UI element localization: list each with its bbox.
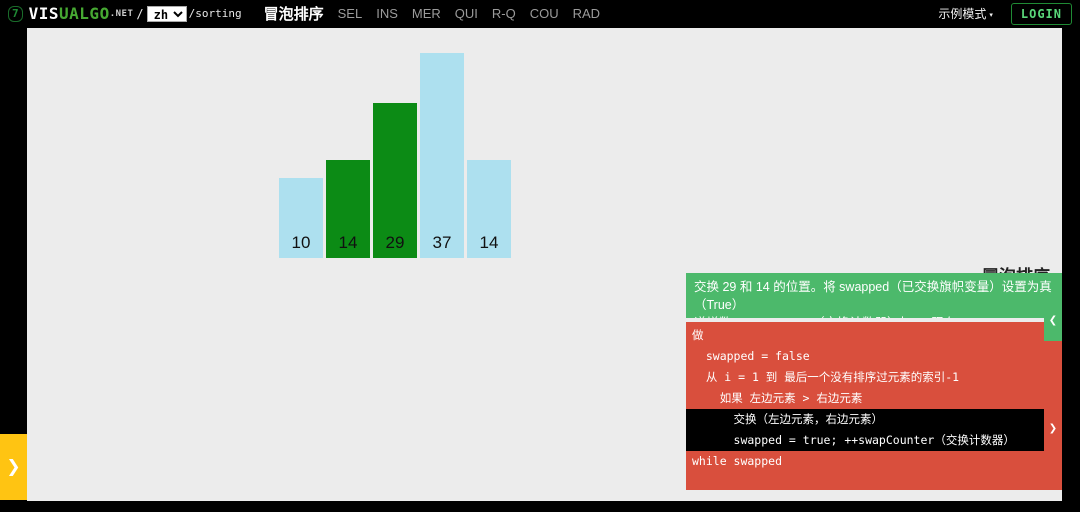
- logo-tld: .NET: [109, 8, 134, 19]
- bar-value: 10: [291, 233, 311, 252]
- bar-item[interactable]: 14: [467, 160, 511, 258]
- logo-wordmark: VISUALGO: [29, 4, 110, 23]
- logo-slash: /: [136, 6, 144, 21]
- bar-value: 37: [432, 233, 452, 252]
- logo-badge-icon: 7: [8, 5, 23, 22]
- chevron-left-icon: ❮: [1048, 314, 1058, 326]
- nav-item-bubble-sort[interactable]: 冒泡排序: [264, 3, 324, 24]
- top-navbar: 7 VISUALGO .NET / zh /sorting 冒泡排序 SEL I…: [0, 0, 1080, 27]
- code-line-highlighted[interactable]: swapped = true; ++swapCounter（交换计数器）: [686, 430, 1062, 451]
- nav-item-ins[interactable]: INS: [376, 6, 398, 21]
- bar-item[interactable]: 29: [373, 103, 417, 258]
- status-line-1-text: 交换 29 和 14 的位置。将 swapped（已交换旗帜变量）设置为真: [694, 280, 1052, 294]
- navbar-right-group: 示例模式 ▾ LOGIN: [938, 0, 1072, 27]
- bar-item[interactable]: 10: [279, 178, 323, 258]
- bar-value: 14: [479, 233, 499, 252]
- path-label: /sorting: [188, 7, 242, 20]
- chevron-right-icon: ❯: [6, 457, 21, 476]
- status-line-2: （True）: [694, 298, 745, 312]
- visualization-canvas[interactable]: 10 14 29 37 14 冒泡排序 交换 29 和 14 的位置。将 swa…: [27, 28, 1062, 501]
- bar-item[interactable]: 37: [420, 53, 464, 258]
- nav-item-mer[interactable]: MER: [412, 6, 441, 21]
- bar-chart: 10 14 29 37 14: [279, 28, 511, 258]
- chevron-down-icon: ▾: [989, 12, 993, 19]
- logo-text-part1: VIS: [28, 4, 60, 23]
- nav-item-qui[interactable]: QUI: [455, 6, 478, 21]
- app-root: 7 VISUALGO .NET / zh /sorting 冒泡排序 SEL I…: [0, 0, 1080, 512]
- code-line[interactable]: 做: [686, 325, 1062, 346]
- pseudocode-panel: 做 swapped = false 从 i = 1 到 最后一个没有排序过元素的…: [686, 322, 1062, 490]
- status-line-3: 递增数: swapCounter（交换计数器）加1，现在 swapCounter…: [694, 314, 1054, 318]
- code-line-highlighted[interactable]: 交换（左边元素，右边元素）: [686, 409, 1062, 430]
- code-line[interactable]: 从 i = 1 到 最后一个没有排序过元素的索引-1: [686, 367, 1062, 388]
- nav-item-rq[interactable]: R-Q: [492, 6, 516, 21]
- language-select[interactable]: zh: [146, 5, 187, 22]
- toggle-status-panel-button[interactable]: ❮: [1044, 299, 1062, 341]
- bar-value: 29: [385, 233, 405, 252]
- logo-text-part2: UALGO: [59, 4, 110, 23]
- toggle-control-panel-button[interactable]: ❯: [0, 434, 27, 500]
- status-message-box: 交换 29 和 14 的位置。将 swapped（已交换旗帜变量）设置为真 （T…: [686, 273, 1062, 318]
- nav-item-cou[interactable]: COU: [530, 6, 559, 21]
- bar-item[interactable]: 14: [326, 160, 370, 258]
- toggle-code-panel-button[interactable]: ❯: [1044, 405, 1062, 452]
- mode-dropdown-label: 示例模式: [938, 7, 987, 21]
- code-line[interactable]: swapped = false: [686, 346, 1062, 367]
- login-button[interactable]: LOGIN: [1010, 2, 1072, 25]
- brand-logo[interactable]: 7 VISUALGO .NET / zh /sorting: [8, 4, 242, 23]
- code-line[interactable]: while swapped: [686, 451, 1062, 472]
- nav-item-rad[interactable]: RAD: [573, 6, 600, 21]
- mode-dropdown[interactable]: 示例模式 ▾: [938, 5, 993, 22]
- bar-value: 14: [338, 233, 358, 252]
- status-line-1: 交换 29 和 14 的位置。将 swapped（已交换旗帜变量）设置为真: [694, 278, 1054, 296]
- nav-links: 冒泡排序 SEL INS MER QUI R-Q COU RAD: [264, 3, 600, 24]
- nav-item-sel[interactable]: SEL: [338, 6, 363, 21]
- chevron-right-icon: ❯: [1048, 423, 1058, 434]
- code-line[interactable]: 如果 左边元素 > 右边元素: [686, 388, 1062, 409]
